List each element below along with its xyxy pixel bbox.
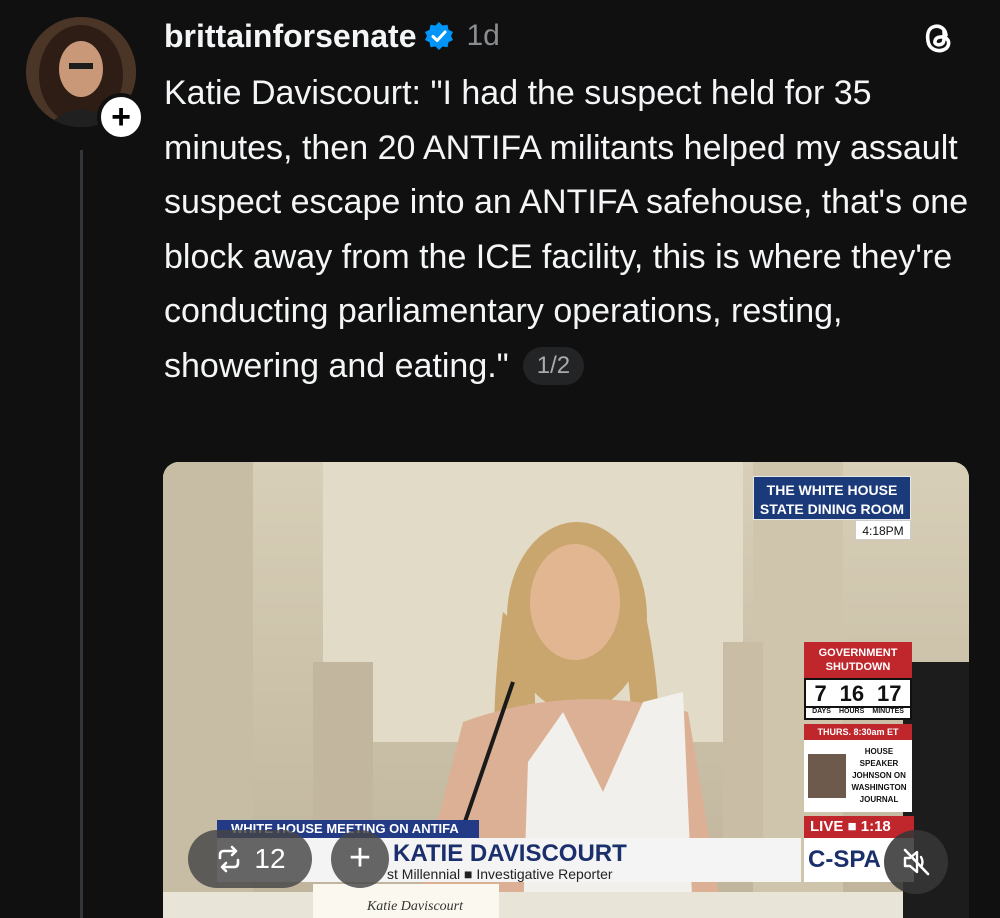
shutdown-counter: GOVERNMENT SHUTDOWN 7 16 17 DAYS HOURS M… [804, 642, 912, 720]
mute-button[interactable] [884, 830, 948, 894]
promo-time: THURS. 8:30am ET [804, 724, 912, 740]
repost-icon [219, 845, 240, 873]
chyron-name: KATIE DAVISCOURT [393, 840, 627, 867]
repost-button[interactable]: 12 [188, 830, 312, 888]
shutdown-hours-label: HOURS [839, 708, 865, 715]
shutdown-days-label: DAYS [812, 708, 831, 715]
shutdown-hours: 16 [839, 681, 865, 706]
shutdown-minutes: 17 [877, 681, 902, 706]
location-time: 4:18PM [855, 520, 911, 540]
page-indicator: 1/2 [522, 346, 585, 385]
location-line1: THE WHITE HOUSE [766, 482, 898, 498]
nameplate: Katie Daviscourt [313, 884, 499, 918]
verified-badge-icon [425, 22, 454, 50]
chyron-subtitle: st Millennial ■ Investigative Reporter [387, 866, 613, 882]
username[interactable]: brittainforsenate [164, 18, 416, 55]
post-text: Katie Daviscourt: "I had the suspect hel… [164, 66, 984, 393]
post-time: 1d [466, 19, 500, 52]
thread-line [80, 150, 83, 918]
repost-count: 12 [254, 843, 286, 874]
post-header: brittainforsenate 1d [164, 14, 500, 58]
shutdown-title: GOVERNMENT SHUTDOWN [804, 642, 912, 678]
promo-text: HOUSE SPEAKER JOHNSON ON WASHINGTON JOUR… [851, 747, 907, 804]
muted-speaker-icon [903, 848, 930, 876]
add-button[interactable]: + [331, 830, 389, 888]
location-box: THE WHITE HOUSE STATE DINING ROOM [753, 476, 911, 520]
threads-logo-icon[interactable] [918, 18, 958, 58]
shutdown-minutes-label: MINUTES [872, 708, 904, 715]
location-line2: STATE DINING ROOM [759, 501, 905, 517]
promo-photo [808, 754, 846, 798]
promo-box: HOUSE SPEAKER JOHNSON ON WASHINGTON JOUR… [804, 740, 912, 812]
shutdown-days: 7 [814, 681, 827, 706]
follow-plus-icon[interactable]: + [97, 93, 145, 141]
post-body: Katie Daviscourt: "I had the suspect hel… [164, 74, 969, 385]
